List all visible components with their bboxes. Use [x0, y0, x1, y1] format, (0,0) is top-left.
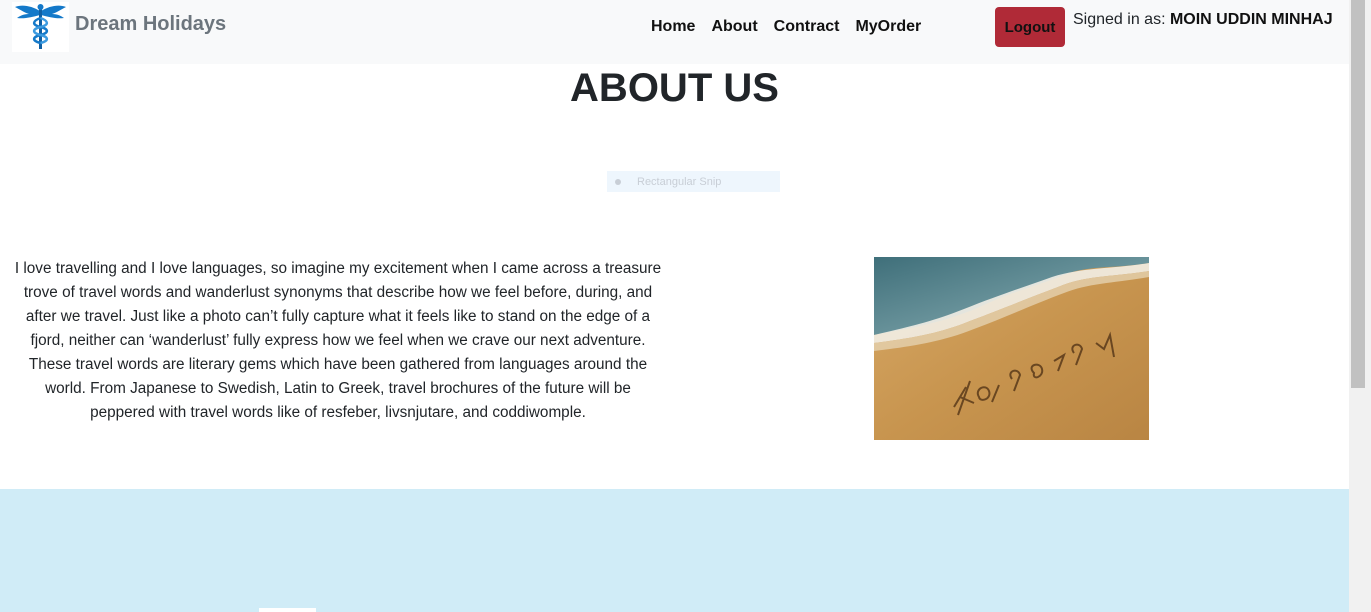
brand-logo[interactable] [12, 2, 69, 52]
brand-name[interactable]: Dream Holidays [75, 13, 226, 36]
nav-link-about[interactable]: About [711, 18, 757, 36]
logout-button[interactable]: Logout [995, 7, 1065, 47]
nav-link-myorder[interactable]: MyOrder [855, 18, 921, 36]
snip-overlay: Rectangular Snip [607, 171, 780, 192]
nav-link-contract[interactable]: Contract [774, 18, 840, 36]
page-title: ABOUT US [570, 66, 779, 110]
signed-in-status: Signed in as: MOIN UDDIN MINHAJ [1073, 11, 1333, 29]
snip-dot-icon [615, 178, 621, 185]
nav-links: Home About Contract MyOrder [651, 18, 937, 36]
page-scrollbar[interactable] [1349, 0, 1371, 612]
nav-link-home[interactable]: Home [651, 18, 695, 36]
footer-tab [259, 608, 316, 612]
navbar: Dream Holidays Home About Contract MyOrd… [0, 0, 1349, 64]
caduceus-icon [15, 4, 66, 49]
beach-holiday-image [874, 257, 1149, 440]
scrollbar-thumb[interactable] [1351, 0, 1365, 388]
signed-in-prefix: Signed in as: [1073, 11, 1170, 28]
about-paragraph: I love travelling and I love languages, … [14, 260, 662, 421]
footer-band [0, 489, 1349, 612]
user-name: MOIN UDDIN MINHAJ [1169, 11, 1333, 28]
snip-overlay-label: Rectangular Snip [637, 175, 722, 188]
